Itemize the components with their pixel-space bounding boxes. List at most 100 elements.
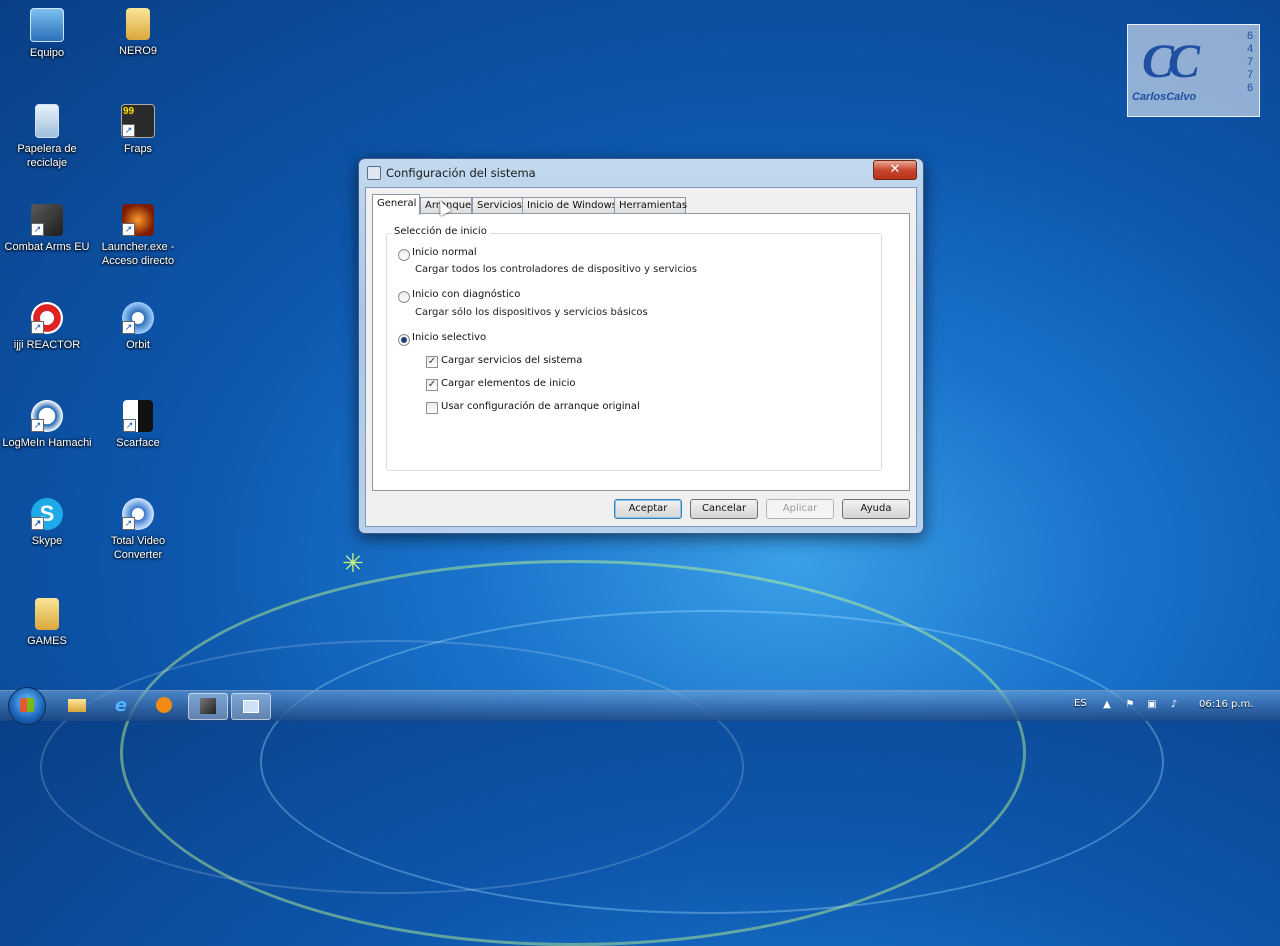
desktop-icon-label: Fraps: [123, 143, 153, 155]
reactor-icon: ↗: [31, 302, 63, 334]
watermark-logo: CC CarlosCalvo 64776: [1127, 24, 1260, 117]
shortcut-arrow-icon: ↗: [31, 223, 44, 236]
desktop-icon-label: Orbit: [126, 339, 150, 351]
media-player-taskbar-button[interactable]: [145, 693, 183, 718]
tab-general[interactable]: General: [372, 194, 420, 215]
desktop-icon-label: NERO9: [119, 45, 157, 57]
shortcut-arrow-icon: ↗: [122, 517, 135, 530]
help-button[interactable]: Ayuda: [842, 499, 910, 519]
desktop-icon-nero9[interactable]: NERO9: [93, 8, 183, 58]
scarface-icon: ↗: [123, 400, 153, 432]
dialog-titlebar[interactable]: Configuración del sistema ✕: [359, 159, 923, 187]
desktop-icon-label: Skype: [31, 535, 63, 547]
desktop-icon-orbit[interactable]: ↗ Orbit: [93, 302, 183, 352]
desktop-icon-total-video[interactable]: ↗ Total Video Converter: [93, 498, 183, 562]
general-tab-panel: Selección de inicio Inicio normal Cargar…: [372, 213, 910, 491]
desktop-icon-label: Launcher.exe - Acceso directo: [101, 241, 175, 267]
desktop-icon-games[interactable]: GAMES: [2, 598, 92, 648]
option-selective-label[interactable]: Inicio selectivo: [412, 332, 486, 343]
checkbox-load-startup-label[interactable]: Cargar elementos de inicio: [441, 378, 576, 389]
folder-icon: [35, 598, 59, 630]
checkbox-load-services-label[interactable]: Cargar servicios del sistema: [441, 355, 582, 366]
desktop-icon-hamachi[interactable]: ↗ LogMeIn Hamachi: [2, 400, 92, 450]
clock[interactable]: 06:16 p.m.: [1199, 699, 1253, 710]
explorer-taskbar-button[interactable]: [58, 693, 96, 718]
network-icon[interactable]: ▣: [1146, 699, 1158, 711]
tab-inicio-windows[interactable]: Inicio de Windows: [522, 197, 617, 214]
checkbox-original-boot[interactable]: [426, 402, 438, 414]
dialog-client: General Arranque Servicios Inicio de Win…: [365, 187, 917, 527]
desktop-icon-equipo[interactable]: Equipo: [2, 8, 92, 60]
wallpaper-sparkle-icon: ✳: [342, 549, 364, 579]
option-normal-label[interactable]: Inicio normal: [412, 247, 477, 258]
option-normal-desc: Cargar todos los controladores de dispos…: [415, 264, 697, 275]
radio-selective[interactable]: [398, 334, 410, 346]
desktop-icon-label: Scarface: [116, 437, 160, 449]
desktop-icon-combat-arms[interactable]: ↗ Combat Arms EU: [2, 204, 92, 254]
radio-normal[interactable]: [398, 249, 410, 261]
language-indicator[interactable]: ES: [1074, 698, 1087, 709]
game-icon: ↗: [31, 204, 63, 236]
desktop-icon-launcher[interactable]: ↗ Launcher.exe - Acceso directo: [93, 204, 183, 268]
combat-arms-taskbar-button[interactable]: [188, 693, 228, 720]
skype-icon: S ↗: [31, 498, 63, 530]
action-center-flag-icon[interactable]: ⚑: [1124, 699, 1136, 711]
tab-servicios[interactable]: Servicios: [472, 197, 524, 214]
shortcut-arrow-icon: ↗: [123, 419, 136, 432]
cancel-button[interactable]: Cancelar: [690, 499, 758, 519]
ok-button[interactable]: Aceptar: [614, 499, 682, 519]
show-hidden-icons-icon[interactable]: ▲: [1101, 699, 1113, 711]
shortcut-arrow-icon: ↗: [31, 517, 44, 530]
fraps-badge: 99: [123, 106, 135, 117]
wallpaper-swoosh: [40, 640, 744, 894]
explorer-icon: [68, 699, 86, 712]
video-converter-icon: ↗: [122, 498, 154, 530]
checkbox-original-boot-label[interactable]: Usar configuración de arranque original: [441, 401, 640, 412]
desktop-icon-label: ijji REACTOR: [13, 339, 81, 351]
logo-number: 64776: [1246, 31, 1254, 95]
msconfig-icon: [243, 700, 259, 713]
tab-herramientas[interactable]: Herramientas: [614, 197, 687, 214]
option-diagnostic-label[interactable]: Inicio con diagnóstico: [412, 289, 520, 300]
option-diagnostic-desc: Cargar sólo los dispositivos y servicios…: [415, 307, 648, 318]
shortcut-arrow-icon: ↗: [122, 321, 135, 334]
shortcut-arrow-icon: ↗: [31, 419, 44, 432]
msconfig-taskbar-button[interactable]: [231, 693, 271, 720]
computer-icon: [30, 8, 64, 42]
radio-diagnostic[interactable]: [398, 291, 410, 303]
desktop-icon-ijji-reactor[interactable]: ↗ ijji REACTOR: [2, 302, 92, 352]
start-button[interactable]: [8, 687, 46, 725]
shortcut-arrow-icon: ↗: [122, 124, 135, 137]
checkbox-load-services[interactable]: ✓: [426, 356, 438, 368]
desktop-icon-fraps[interactable]: 99 ↗ Fraps: [93, 104, 183, 156]
media-player-icon: [156, 697, 172, 713]
folder-icon: [126, 8, 150, 40]
close-button[interactable]: ✕: [873, 160, 917, 180]
desktop-icon-label: GAMES: [27, 635, 67, 647]
desktop-icon-label: Combat Arms EU: [4, 241, 90, 253]
recycle-bin-icon: [35, 104, 59, 138]
startup-selection-group: Selección de inicio Inicio normal Cargar…: [386, 226, 882, 471]
desktop-icon-scarface[interactable]: ↗ Scarface: [93, 400, 183, 450]
dialog-title: Configuración del sistema: [386, 166, 536, 180]
orbit-icon: ↗: [122, 302, 154, 334]
shortcut-arrow-icon: ↗: [122, 223, 135, 236]
desktop-icon-skype[interactable]: S ↗ Skype: [2, 498, 92, 548]
volume-icon[interactable]: ♪: [1168, 699, 1180, 711]
logo-name: CarlosCalvo: [1132, 91, 1197, 103]
checkbox-load-startup[interactable]: ✓: [426, 379, 438, 391]
shortcut-arrow-icon: ↗: [31, 321, 44, 334]
desktop-icon-label: Total Video Converter: [110, 535, 166, 561]
msconfig-icon: [367, 166, 381, 180]
desktop-icon-papelera[interactable]: Papelera de reciclaje: [2, 104, 92, 170]
group-label: Selección de inicio: [391, 226, 490, 237]
desktop-icon-label: LogMeIn Hamachi: [2, 437, 92, 449]
apply-button[interactable]: Aplicar: [766, 499, 834, 519]
taskbar: e ES ▲ ⚑ ▣ ♪ 06:16 p.m.: [0, 687, 1280, 725]
desktop-icon-label: Papelera de reciclaje: [17, 143, 77, 169]
combat-arms-icon: [200, 698, 216, 714]
ie-taskbar-button[interactable]: e: [102, 693, 140, 718]
launcher-icon: ↗: [122, 204, 154, 236]
desktop-icon-label: Equipo: [29, 47, 65, 59]
logo-mark: CC: [1142, 35, 1200, 88]
